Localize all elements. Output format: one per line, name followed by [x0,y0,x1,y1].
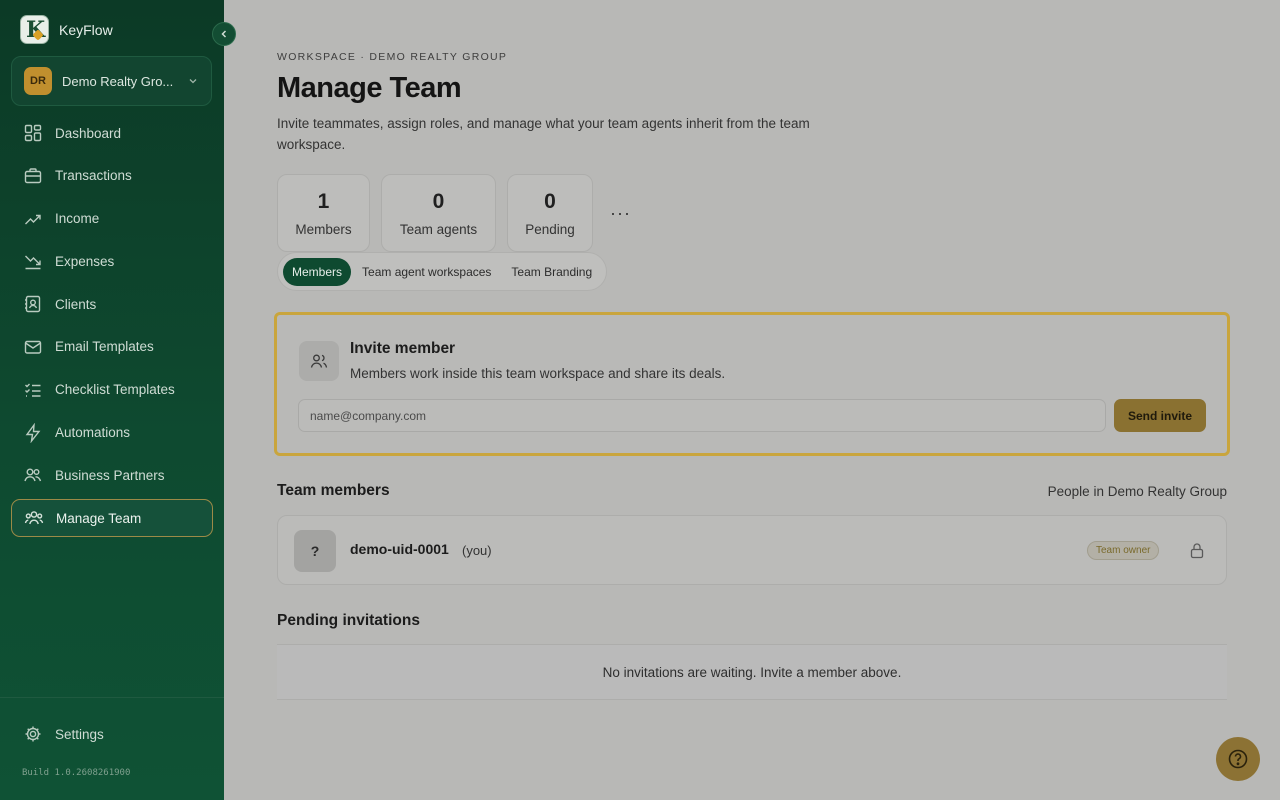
stat-team-agents: 0 Team agents [381,174,496,252]
breadcrumb: WORKSPACE · DEMO REALTY GROUP [277,51,508,63]
stat-value: 1 [317,189,330,213]
team-icon [24,511,44,525]
sidebar-item-label: Transactions [55,168,132,184]
workspace-name: Demo Realty Gro... [62,73,174,89]
main-content: WORKSPACE · DEMO REALTY GROUP Manage Tea… [224,0,1280,800]
pending-empty-state: No invitations are waiting. Invite a mem… [277,644,1227,700]
sidebar-item-label: Email Templates [55,339,154,355]
mail-icon [24,340,42,354]
sidebar-item-label: Dashboard [55,125,122,141]
table-row[interactable]: ? demo-uid-0001 (you) Team owner [277,515,1227,585]
gear-icon [25,726,41,742]
keyflow-logo: K [20,15,49,44]
lock-icon [1190,543,1204,559]
app-name: KeyFlow [59,21,113,38]
trending-up-icon [25,214,41,225]
sidebar-item-email-templates[interactable]: Email Templates [11,328,213,366]
sidebar-item-label: Checklist Templates [55,382,175,398]
sidebar-item-dashboard[interactable]: Dashboard [11,114,213,152]
invite-description: Members work inside this team workspace … [350,366,726,381]
settings-label: Settings [55,726,104,742]
sidebar-item-label: Automations [55,425,131,441]
more-options-icon[interactable]: ··· [610,203,631,224]
pending-invitations-title: Pending invitations [277,612,420,629]
sidebar-item-label: Clients [55,296,97,312]
send-invite-button[interactable]: Send invite [1114,399,1206,432]
page-title: Manage Team [277,72,462,104]
stat-label: Pending [525,221,575,237]
workspace-switcher[interactable]: DR Demo Realty Gro... [11,56,212,106]
stat-value: 0 [432,189,445,213]
sidebar-nav: Dashboard Transactions Income Expenses C… [11,114,213,542]
sidebar-item-clients[interactable]: Clients [11,285,213,323]
brand[interactable]: K KeyFlow [20,15,113,44]
sidebar-item-label: Business Partners [55,467,165,483]
chevron-left-icon [221,30,227,38]
status-badge: Team owner [1087,541,1160,560]
tab-members[interactable]: Members [283,257,352,286]
avatar: ? [294,530,336,572]
help-icon [1228,749,1248,769]
help-button[interactable] [1216,737,1260,781]
collapse-sidebar-button[interactable] [212,22,236,46]
briefcase-icon [24,168,42,183]
sidebar-item-label: Manage Team [56,510,142,526]
users-icon [24,468,42,482]
stat-label: Team agents [399,221,478,237]
invite-title: Invite member [350,340,456,357]
tab-bar: Members Team agent workspaces Team Brand… [277,252,608,291]
sidebar: K KeyFlow DR Demo Realty Gro... Dashboar… [0,0,224,800]
build-version: Build 1.0.2608261900 [22,768,131,778]
sidebar-divider [0,697,224,698]
sidebar-item-income[interactable]: Income [11,200,213,238]
users-icon [310,354,328,368]
sidebar-item-label: Expenses [55,253,115,269]
page-subtitle: Invite teammates, assign roles, and mana… [277,116,810,152]
sidebar-item-manage-team[interactable]: Manage Team [11,499,213,538]
workspace-avatar: DR [24,67,52,95]
stats-row: 1 Members 0 Team agents 0 Pending ··· [277,174,631,252]
stat-pending: 0 Pending [507,174,593,252]
sidebar-item-transactions[interactable]: Transactions [11,157,213,195]
checklist-icon [25,383,41,397]
member-name: demo-uid-0001 [350,541,449,557]
sidebar-item-expenses[interactable]: Expenses [11,242,213,280]
email-input[interactable] [298,399,1106,432]
sidebar-item-business-partners[interactable]: Business Partners [11,456,213,494]
chevron-down-icon [189,79,197,84]
sidebar-item-label: Income [55,211,100,227]
bolt-icon [25,422,41,443]
contacts-icon [25,295,41,313]
team-members-title: Team members [277,482,390,499]
grid-icon [24,124,42,142]
tab-team-agent-workspaces[interactable]: Team agent workspaces [353,258,500,286]
sidebar-item-automations[interactable]: Automations [11,414,213,452]
stat-label: Members [295,221,352,237]
team-members-meta: People in Demo Realty Group [1047,484,1227,499]
stat-members: 1 Members [277,174,370,252]
invite-icon-box [299,341,339,381]
invite-member-card: Invite member Members work inside this t… [274,312,1230,456]
trending-down-icon [25,255,41,270]
stat-value: 0 [544,189,556,213]
sidebar-item-settings[interactable]: Settings [23,724,104,744]
tab-team-branding[interactable]: Team Branding [502,258,601,286]
sidebar-item-checklist-templates[interactable]: Checklist Templates [11,371,213,409]
member-you-label: (you) [462,543,492,558]
